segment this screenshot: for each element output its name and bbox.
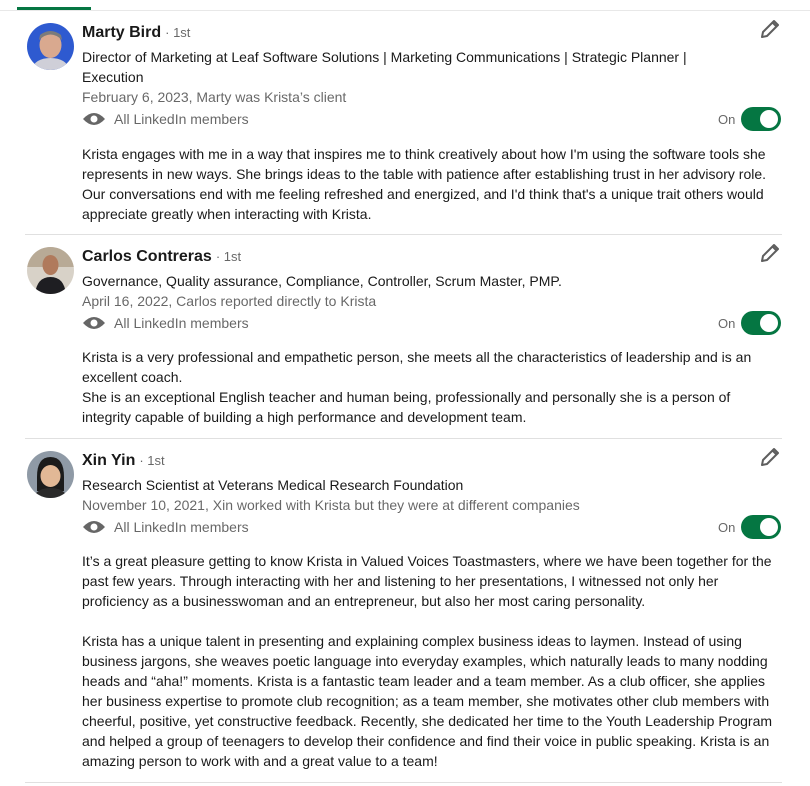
visibility-label: All LinkedIn members [114, 519, 249, 535]
divider [25, 234, 782, 235]
paragraph: Krista has a unique talent in presenting… [82, 633, 773, 769]
recommendation-item: Marty Bird · 1st Director of Marketing at… [0, 20, 782, 235]
toggle-knob [760, 110, 778, 128]
eye-icon [83, 317, 105, 329]
name-row: Marty Bird · 1st [82, 24, 190, 42]
relationship-meta: April 16, 2022, Carlos reported directly… [82, 293, 377, 309]
eye-icon [83, 521, 105, 533]
paragraph-spacer [82, 611, 782, 631]
recommendation-text: Krista is a very professional and empath… [82, 347, 782, 427]
visibility-row: All LinkedIn members [82, 313, 249, 333]
toggle-label: On [718, 520, 736, 535]
visibility-row: All LinkedIn members [82, 109, 249, 129]
toggle-knob [760, 518, 778, 536]
visibility-toggle[interactable] [741, 311, 781, 335]
visibility-label: All LinkedIn members [114, 111, 249, 127]
divider [25, 782, 782, 783]
recommender-name[interactable]: Carlos Contreras [82, 248, 212, 265]
paragraph: Krista is a very professional and empath… [82, 349, 752, 385]
eye-icon [83, 113, 105, 125]
recommender-name[interactable]: Xin Yin [82, 452, 135, 469]
avatar[interactable] [27, 23, 74, 70]
relationship-meta: November 10, 2021, Xin worked with Krist… [82, 497, 580, 513]
edit-pencil-icon[interactable] [758, 17, 782, 41]
visibility-toggle[interactable] [741, 515, 781, 539]
toggle-label: On [718, 316, 736, 331]
recommendation-item: Carlos Contreras · 1st Governance, Qualit… [0, 244, 782, 439]
relationship-meta: February 6, 2023, Marty was Krista’s cli… [82, 89, 347, 105]
paragraph: Krista engages with me in a way that ins… [82, 146, 767, 222]
toggle-label: On [718, 112, 736, 127]
avatar[interactable] [27, 247, 74, 294]
recommendation-text: Krista engages with me in a way that ins… [82, 144, 782, 224]
recommender-name[interactable]: Marty Bird [82, 24, 161, 41]
recommendation-text: It’s a great pleasure getting to know Kr… [82, 551, 782, 771]
paragraph: It’s a great pleasure getting to know Kr… [82, 553, 772, 609]
divider [25, 438, 782, 439]
recommendation-item: Xin Yin · 1st Research Scientist at Veter… [0, 448, 782, 783]
name-row: Xin Yin · 1st [82, 452, 165, 470]
edit-pencil-icon[interactable] [758, 445, 782, 469]
connection-degree: · 1st [215, 249, 242, 264]
visibility-row: All LinkedIn members [82, 517, 249, 537]
paragraph: She is an exceptional English teacher an… [82, 389, 731, 425]
visibility-toggle[interactable] [741, 107, 781, 131]
tab-bar [0, 0, 810, 11]
headline: Research Scientist at Veterans Medical R… [82, 477, 464, 493]
headline: Director of Marketing at Leaf Software S… [82, 49, 687, 85]
connection-degree: · 1st [139, 453, 165, 468]
name-row: Carlos Contreras · 1st [82, 248, 241, 266]
active-tab-indicator [17, 7, 91, 10]
headline: Governance, Quality assurance, Complianc… [82, 273, 562, 289]
connection-degree: · 1st [165, 25, 191, 40]
edit-pencil-icon[interactable] [758, 241, 782, 265]
avatar[interactable] [27, 451, 74, 498]
visibility-label: All LinkedIn members [114, 315, 249, 331]
toggle-knob [760, 314, 778, 332]
